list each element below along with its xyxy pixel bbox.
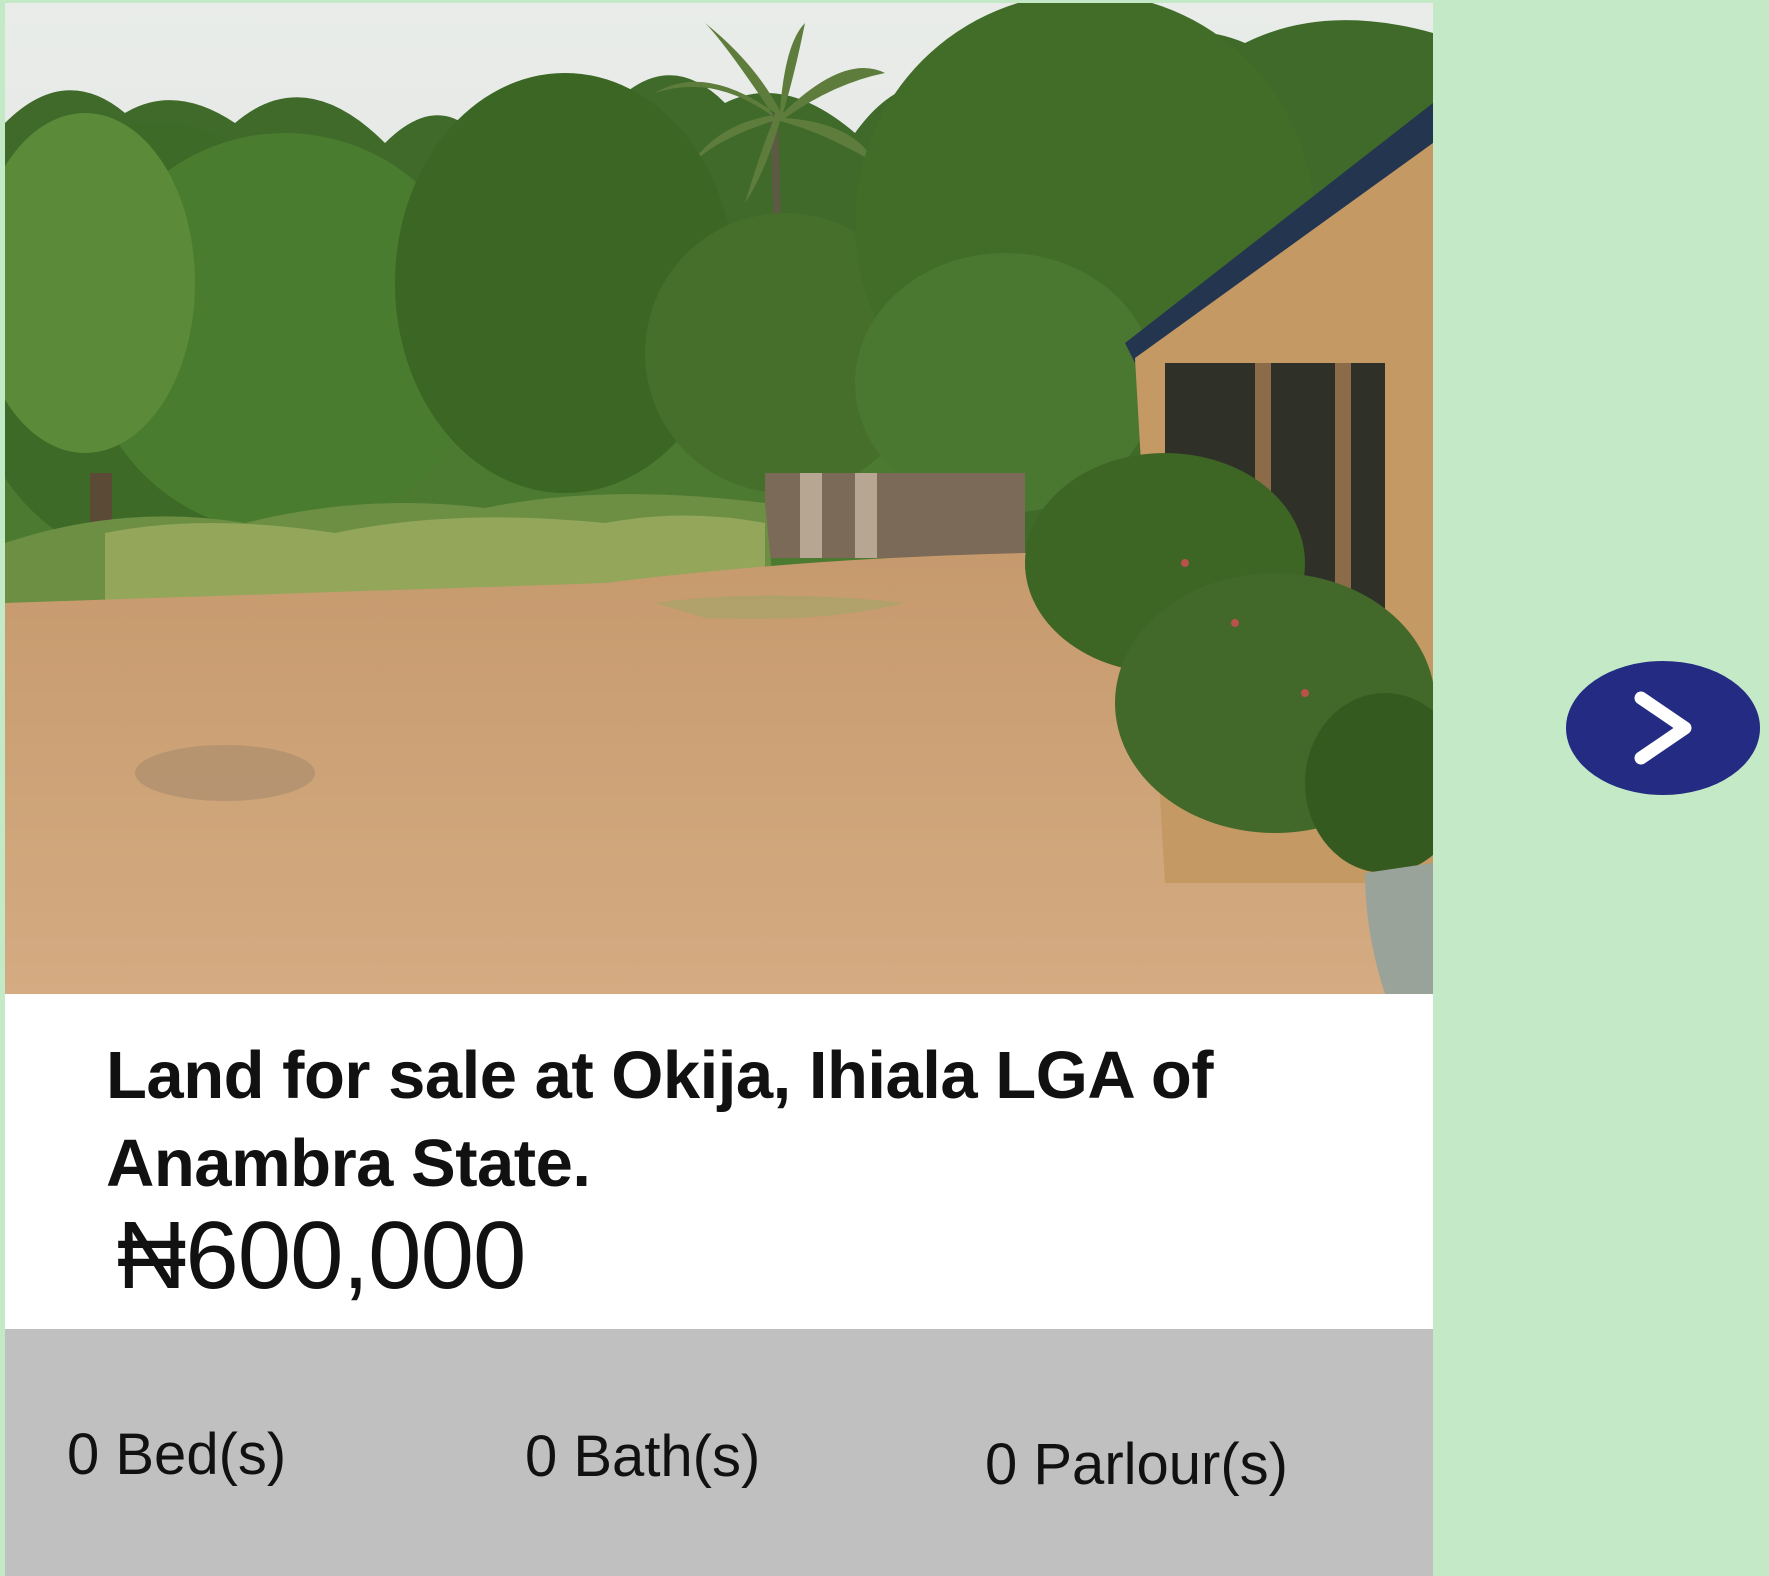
- next-listing-button[interactable]: [1566, 661, 1760, 795]
- bed-count: 0 Bed(s): [67, 1422, 287, 1487]
- listing-features-bar: 0 Bed(s) 0 Bath(s) 0 Parlour(s): [5, 1329, 1433, 1576]
- land-photo-image: [5, 3, 1433, 994]
- chevron-right-icon: [1634, 691, 1692, 765]
- listing-title[interactable]: Land for sale at Okija, Ihiala LGA of An…: [106, 1032, 1336, 1208]
- listing-photo[interactable]: [5, 3, 1433, 994]
- listing-info: Land for sale at Okija, Ihiala LGA of An…: [5, 994, 1433, 1329]
- listing-price: ₦600,000: [117, 1202, 526, 1309]
- listing-card[interactable]: Land for sale at Okija, Ihiala LGA of An…: [5, 3, 1433, 1576]
- parlour-count: 0 Parlour(s): [985, 1432, 1288, 1497]
- bath-count: 0 Bath(s): [525, 1424, 761, 1489]
